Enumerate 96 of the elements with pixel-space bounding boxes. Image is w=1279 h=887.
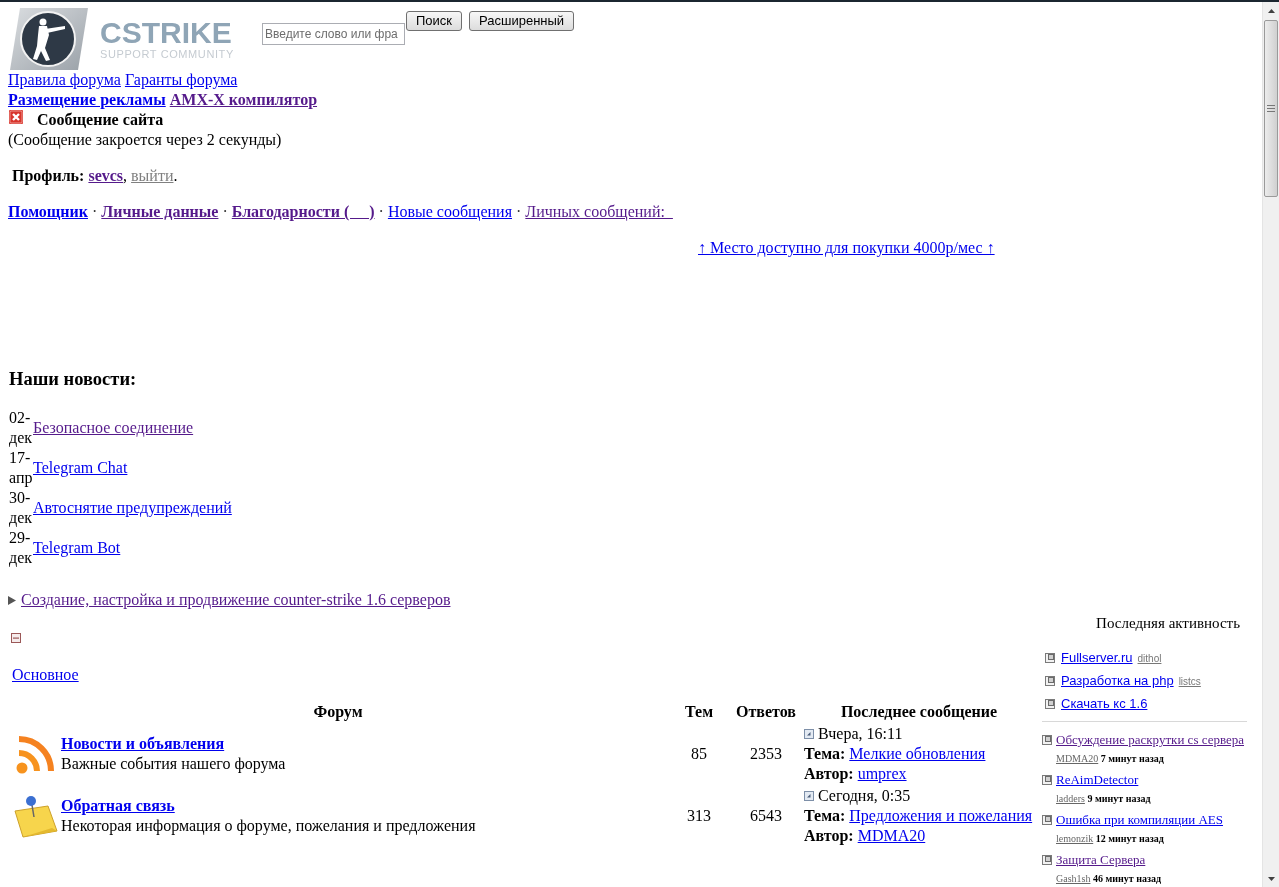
forum-link[interactable]: Правила форума xyxy=(8,71,121,88)
news-date: 02-дек xyxy=(9,408,33,448)
author-label: Автор: xyxy=(804,827,854,844)
profile-label: Профиль: xyxy=(12,167,85,184)
column-header: Форум xyxy=(313,702,363,722)
topic-link[interactable]: Защита Сервера xyxy=(1056,852,1146,868)
forum-description: Важные события нашего форума xyxy=(61,754,286,774)
activity-time: 12 минут назад xyxy=(1095,833,1164,844)
logout-link[interactable]: выйти xyxy=(131,167,174,184)
news-link[interactable]: Telegram Bot xyxy=(33,538,121,558)
nav-link[interactable]: Личные данные xyxy=(101,203,219,220)
forum-link[interactable]: Гаранты форума xyxy=(124,71,238,88)
logo-subtitle: SUPPORT COMMUNITY xyxy=(100,48,234,61)
forum-link[interactable]: AMX-X компилятор xyxy=(169,91,318,108)
nav-link[interactable]: Личных сообщений: xyxy=(525,203,673,220)
topic-link[interactable]: Мелкие обновления xyxy=(849,745,986,762)
caret-up-icon[interactable] xyxy=(1267,8,1275,13)
vertical-scrollbar[interactable] xyxy=(1262,2,1279,887)
topic-count: 85 xyxy=(691,744,707,764)
user-link[interactable]: ladders xyxy=(1056,793,1085,804)
window-icon xyxy=(1042,855,1052,865)
search-button[interactable]: Расширенный xyxy=(469,11,575,31)
author-link[interactable]: MDMA20 xyxy=(857,827,926,844)
close-icon[interactable] xyxy=(9,110,23,124)
collapse-minus-icon[interactable] xyxy=(11,633,21,643)
news-date: 17-апр xyxy=(9,448,33,488)
window-icon xyxy=(1045,675,1055,686)
user-link[interactable]: listcs xyxy=(1178,675,1201,688)
reply-count: 6543 xyxy=(750,806,782,826)
message-note: (Сообщение закроется через 2 секунды) xyxy=(8,131,282,148)
separator: · xyxy=(516,203,522,220)
topic-label: Тема: xyxy=(804,807,846,824)
last-post-icon[interactable] xyxy=(804,791,814,801)
punctuation: . xyxy=(173,167,178,184)
news-date: 29-дек xyxy=(9,528,33,568)
separator: · xyxy=(222,203,228,220)
nav-link[interactable]: Помощник xyxy=(8,203,88,220)
activity-time: 46 минут назад xyxy=(1092,873,1162,884)
topic-link[interactable]: Ошибка при компиляции AES xyxy=(1056,812,1223,828)
topic-link[interactable]: ReAimDetector xyxy=(1056,772,1139,788)
separator: · xyxy=(378,203,384,220)
search-field[interactable]: Введите слово или фра xyxy=(262,23,405,45)
author-label: Автор: xyxy=(804,765,854,782)
last-post-time: Вчера, 16:11 xyxy=(818,724,903,744)
user-link[interactable]: dithol xyxy=(1137,652,1162,665)
punctuation: , xyxy=(123,167,128,184)
forum-link[interactable]: Размещение рекламы xyxy=(8,91,166,108)
forum-description: Некоторая информация о форуме, пожелания и предложения xyxy=(61,816,476,836)
topic-link[interactable]: Обсуждение раскрутки cs сервера xyxy=(1056,732,1244,748)
rss-icon xyxy=(16,734,54,774)
author-link[interactable]: umprex xyxy=(857,765,907,782)
column-header: Последнее сообщение xyxy=(840,702,998,722)
forum-title-link[interactable]: Обратная связь xyxy=(61,796,175,816)
reply-count: 2353 xyxy=(750,744,782,764)
last-post-icon[interactable] xyxy=(804,729,814,739)
activity-time: 9 минут назад xyxy=(1087,793,1151,804)
sidebar-heading: Последняя активность xyxy=(1096,614,1240,633)
topic-label: Тема: xyxy=(804,745,846,762)
news-link[interactable]: Telegram Chat xyxy=(33,458,128,478)
logo-emblem-icon xyxy=(10,8,88,70)
scrollbar-thumb[interactable] xyxy=(1264,20,1278,197)
category-link[interactable]: Создание, настройка и продвижение counter-strike 1.6 серверов xyxy=(21,590,451,610)
window-icon xyxy=(1045,652,1055,663)
activity-time: 7 минут назад xyxy=(1100,753,1164,764)
topic-count: 313 xyxy=(687,806,711,826)
pinned-note-icon xyxy=(12,794,58,838)
window-icon xyxy=(1042,775,1052,785)
grip-lines-icon xyxy=(1267,104,1275,113)
user-link[interactable]: Gash1sh xyxy=(1056,873,1091,884)
activity-link[interactable]: Скачать кс 1.6 xyxy=(1061,695,1148,712)
message-title: Сообщение сайта xyxy=(37,110,164,130)
user-link[interactable]: MDMA20 xyxy=(1056,753,1099,764)
logo-title: CSTRIKE xyxy=(100,18,232,48)
triangle-right-icon[interactable] xyxy=(8,595,16,605)
news-link[interactable]: Автоснятие предупреждений xyxy=(33,498,232,518)
activity-link[interactable]: Fullserver.ru xyxy=(1061,649,1133,666)
search-button[interactable]: Поиск xyxy=(406,11,463,31)
activity-link[interactable]: Разработка на php xyxy=(1061,672,1174,689)
user-link[interactable]: lemonzik xyxy=(1056,833,1094,844)
section-link[interactable]: Основное xyxy=(12,666,79,683)
caret-down-icon[interactable] xyxy=(1267,876,1275,881)
column-header: Тем xyxy=(684,702,714,722)
window-icon xyxy=(1042,815,1052,825)
last-post-time: Сегодня, 0:35 xyxy=(818,786,911,806)
nav-link[interactable]: Благодарности ( ) xyxy=(231,203,375,220)
topic-link[interactable]: Предложения и пожелания xyxy=(849,807,1033,824)
column-header: Ответов xyxy=(736,702,796,722)
ad-link[interactable]: ↑ Место доступно для покупки 4000р/мес ↑ xyxy=(698,239,995,256)
window-icon xyxy=(1045,698,1055,709)
news-date: 30-дек xyxy=(9,488,33,528)
separator: · xyxy=(92,203,98,220)
forum-title-link[interactable]: Новости и объявления xyxy=(61,734,225,754)
nav-link[interactable]: Новые сообщения xyxy=(387,203,512,220)
news-link[interactable]: Безопасное соединение xyxy=(33,418,194,438)
news-heading: Наши новости: xyxy=(9,369,137,389)
window-icon xyxy=(1042,735,1052,745)
